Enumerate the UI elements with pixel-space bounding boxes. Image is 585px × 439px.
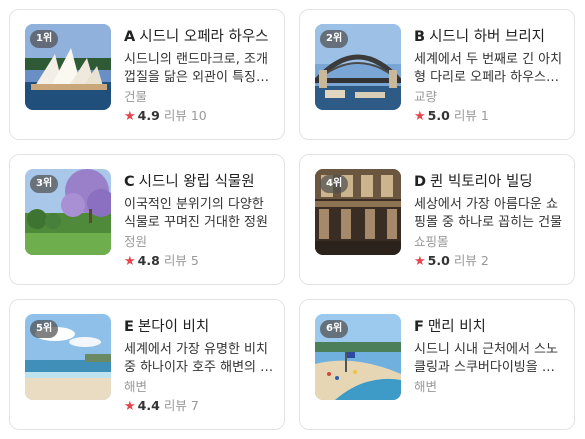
attraction-title[interactable]: D퀸 빅토리아 빌딩 bbox=[414, 172, 564, 192]
rank-badge: 6위 bbox=[320, 320, 349, 338]
review-label: 리뷰 bbox=[163, 398, 187, 413]
attraction-card[interactable]: 4위 D퀸 빅토리아 빌딩 세상에서 가장 아름다운 쇼핑몰 중 하나로 꼽히는… bbox=[299, 154, 575, 285]
attraction-list: 1위 A 시드니 오페라 하우스 시드니의 랜드마크로, 조개껍질을 닮은 외관이… bbox=[0, 0, 585, 439]
review-label: 리뷰 bbox=[163, 108, 187, 123]
rating-score: 4.8 bbox=[137, 253, 160, 268]
review-count: 1 bbox=[480, 108, 489, 123]
rating-score: 4.4 bbox=[137, 398, 160, 413]
rating-row: ★ 4.9 리뷰 10 bbox=[124, 107, 274, 126]
attraction-description: 이국적인 분위기의 다양한 식물로 꾸며진 거대한 정원 bbox=[124, 197, 268, 230]
attraction-title[interactable]: B 시드니 하버 브리지 bbox=[414, 27, 564, 47]
review-count: 2 bbox=[480, 253, 489, 268]
review-label: 리뷰 bbox=[453, 253, 477, 268]
rank-badge: 1위 bbox=[30, 30, 59, 48]
map-marker-letter: D bbox=[414, 174, 427, 190]
rating-row: ★ 4.8 리뷰 5 bbox=[124, 252, 274, 271]
attraction-category: 건물 bbox=[124, 89, 148, 104]
attraction-image: 5위 bbox=[25, 314, 111, 400]
attraction-title[interactable]: C 시드니 왕립 식물원 bbox=[124, 172, 274, 192]
rank-badge: 2위 bbox=[320, 30, 349, 48]
star-icon: ★ bbox=[414, 109, 426, 124]
attraction-name: 퀸 빅토리아 빌딩 bbox=[430, 174, 533, 190]
attraction-description: 시드니의 랜드마크로, 조개껍질을 닮은 외관이 특징입니다 bbox=[124, 52, 268, 85]
attraction-image: 3위 bbox=[25, 169, 111, 255]
star-icon: ★ bbox=[124, 399, 136, 414]
rating-score: 4.9 bbox=[137, 108, 160, 123]
attraction-name: 시드니 하버 브리지 bbox=[429, 29, 545, 45]
rank-badge: 5위 bbox=[30, 320, 59, 338]
star-icon: ★ bbox=[124, 109, 136, 124]
rating-row: ★ 4.4 리뷰 7 bbox=[124, 397, 274, 416]
rating-score: 5.0 bbox=[427, 253, 450, 268]
attraction-name: 시드니 오페라 하우스 bbox=[139, 29, 269, 45]
attraction-name: 시드니 왕립 식물원 bbox=[138, 174, 255, 190]
attraction-title[interactable]: E 본다이 비치 bbox=[124, 317, 274, 337]
attraction-image: 2위 bbox=[315, 24, 401, 110]
map-marker-letter: E bbox=[124, 319, 134, 335]
map-marker-letter: F bbox=[414, 319, 424, 335]
attraction-name: 맨리 비치 bbox=[427, 319, 486, 335]
rating-score: 5.0 bbox=[427, 108, 450, 123]
map-marker-letter: B bbox=[414, 29, 426, 45]
attraction-category: 해변 bbox=[124, 379, 148, 394]
attraction-description: 시드니 시내 근처에서 스노클링과 스쿠버다이빙을 즐길 수 있는 곳 bbox=[414, 342, 558, 375]
attraction-title[interactable]: A 시드니 오페라 하우스 bbox=[124, 27, 274, 47]
attraction-category: 교량 bbox=[414, 89, 438, 104]
map-marker-letter: A bbox=[124, 29, 136, 45]
rating-row: ★ 5.0 리뷰 1 bbox=[414, 107, 564, 126]
attraction-card[interactable]: 2위 B 시드니 하버 브리지 세계에서 두 번째로 긴 아치형 다리로 오페라 … bbox=[299, 9, 575, 140]
attraction-category: 해변 bbox=[414, 379, 438, 394]
attraction-image: 1위 bbox=[25, 24, 111, 110]
star-icon: ★ bbox=[414, 254, 426, 269]
attraction-category: 정원 bbox=[124, 234, 148, 249]
review-label: 리뷰 bbox=[453, 108, 477, 123]
rank-badge: 3위 bbox=[30, 175, 59, 193]
star-icon: ★ bbox=[124, 254, 136, 269]
attraction-card[interactable]: 1위 A 시드니 오페라 하우스 시드니의 랜드마크로, 조개껍질을 닮은 외관이… bbox=[9, 9, 285, 140]
attraction-card[interactable]: 5위 E 본다이 비치 세계에서 가장 유명한 비치 중 하나이자 호주 해변의 … bbox=[9, 299, 285, 430]
attraction-category: 쇼핑몰 bbox=[414, 234, 449, 249]
attraction-title[interactable]: F 맨리 비치 bbox=[414, 317, 564, 337]
review-count: 7 bbox=[190, 398, 199, 413]
attraction-description: 세상에서 가장 아름다운 쇼핑몰 중 하나로 꼽히는 건물 bbox=[414, 197, 563, 230]
map-marker-letter: C bbox=[124, 174, 135, 190]
attraction-description: 세계에서 가장 유명한 비치 중 하나이자 호주 해변의 상징 bbox=[124, 342, 273, 375]
attraction-image: 6위 bbox=[315, 314, 401, 400]
review-count: 5 bbox=[190, 253, 199, 268]
attraction-image: 4위 bbox=[315, 169, 401, 255]
review-count: 10 bbox=[190, 108, 207, 123]
attraction-card[interactable]: 3위 C 시드니 왕립 식물원 이국적인 분위기의 다양한 식물로 꾸며진 거대한… bbox=[9, 154, 285, 285]
attraction-card[interactable]: 6위 F맨리 비치 시드니 시내 근처에서 스노클링과 스쿠버다이빙을 즐길 수… bbox=[299, 299, 575, 430]
attraction-name: 본다이 비치 bbox=[137, 319, 210, 335]
review-label: 리뷰 bbox=[163, 253, 187, 268]
rank-badge: 4위 bbox=[320, 175, 349, 193]
attraction-description: 세계에서 두 번째로 긴 아치형 다리로 오페라 하우스와 함께 bbox=[414, 52, 563, 85]
rating-row: ★ 5.0 리뷰 2 bbox=[414, 252, 564, 271]
